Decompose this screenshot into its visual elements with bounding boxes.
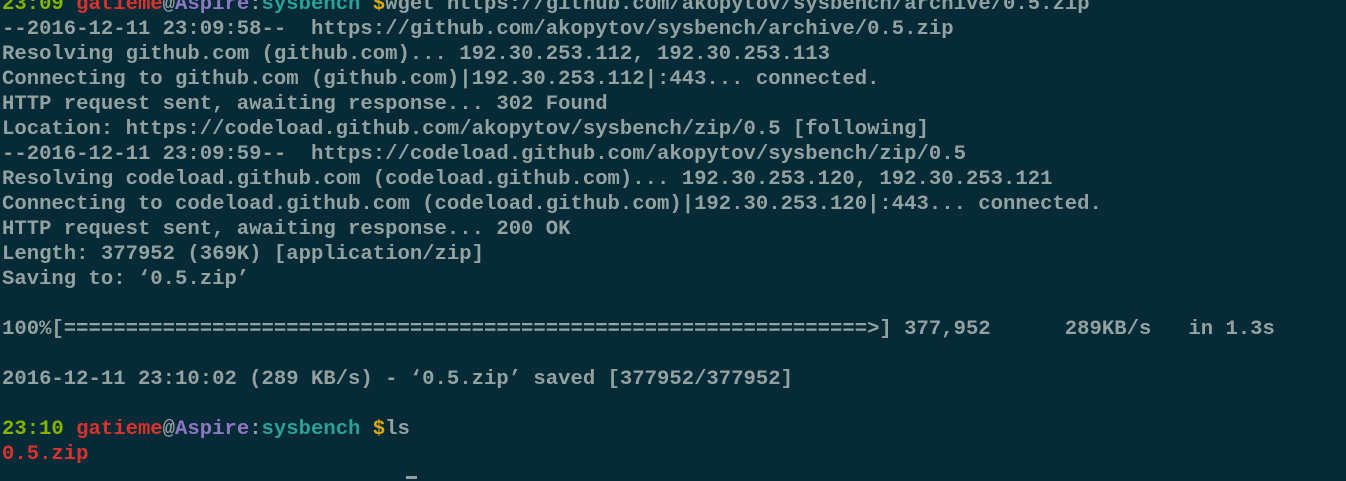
command-text: wget https://github.com/akopytov/sysbenc…: [385, 0, 1090, 16]
output-line: 2016-12-11 23:10:02 (289 KB/s) - ‘0.5.zi…: [2, 368, 793, 391]
command-text: ls: [385, 418, 410, 441]
prompt-line-2: 23:10 gatieme@Aspire:sysbench $ls: [0, 417, 1346, 442]
output-line: Saving to: ‘0.5.zip’: [2, 268, 250, 291]
output-line: Connecting to github.com (github.com)|19…: [2, 68, 880, 91]
progress-line: 100%[===================================…: [2, 318, 1275, 341]
output-line: --2016-12-11 23:09:58-- https://github.c…: [2, 18, 954, 41]
text-cursor: [406, 476, 417, 479]
prompt-dir: sysbench: [261, 418, 361, 441]
terminal-window[interactable]: 23:09 gatieme@Aspire:sysbench $wget http…: [0, 0, 1346, 481]
prompt-user: gatieme: [76, 418, 163, 441]
prompt-line-1: 23:09 gatieme@Aspire:sysbench $wget http…: [0, 0, 1346, 17]
prompt-host: Aspire: [175, 0, 250, 16]
prompt-at: @: [162, 418, 176, 441]
output-line: Location: https://codeload.github.com/ak…: [2, 118, 929, 141]
output-line: Length: 377952 (369K) [application/zip]: [2, 243, 484, 266]
prompt-dollar: $: [360, 418, 386, 441]
output-line: Connecting to codeload.github.com (codel…: [2, 193, 1102, 216]
output-line: Resolving github.com (github.com)... 192…: [2, 43, 831, 66]
prompt-user: gatieme: [76, 0, 163, 16]
prompt-dollar: $: [360, 0, 386, 16]
prompt-dir: sysbench: [261, 0, 361, 16]
prompt-colon: :: [249, 0, 262, 16]
output-line: HTTP request sent, awaiting response... …: [2, 218, 571, 241]
prompt-time: 23:09: [2, 0, 64, 16]
ls-output-line: 0.5.zip: [0, 442, 1346, 467]
output-line: --2016-12-11 23:09:59-- https://codeload…: [2, 143, 966, 166]
prompt-at: @: [162, 0, 176, 16]
output-line: HTTP request sent, awaiting response... …: [2, 93, 608, 116]
prompt-time: 23:10: [2, 418, 64, 441]
output-line: Resolving codeload.github.com (codeload.…: [2, 168, 1053, 191]
prompt-colon: :: [249, 418, 262, 441]
prompt-host: Aspire: [175, 418, 250, 441]
file-entry[interactable]: 0.5.zip: [2, 443, 89, 466]
